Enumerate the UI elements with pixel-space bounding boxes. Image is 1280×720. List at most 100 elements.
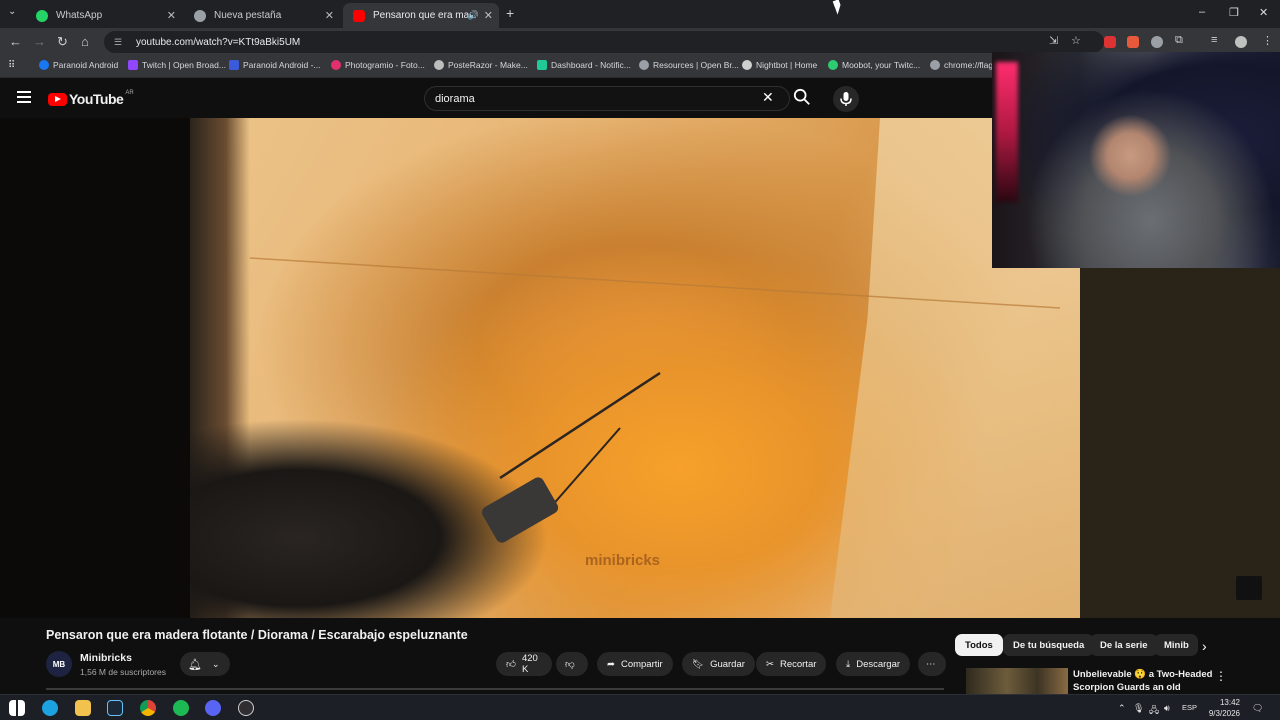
bookmark-label: Paranoid Android xyxy=(53,60,119,70)
close-icon[interactable]: ✕ xyxy=(325,9,334,22)
bookmark-item[interactable]: Twitch | Open Broad... xyxy=(128,60,226,70)
home-button[interactable]: ⌂ xyxy=(81,34,89,49)
chip-all[interactable]: Todos xyxy=(955,634,1003,656)
bookmark-item[interactable]: Moobot, your Twitc... xyxy=(828,60,920,70)
video-watermark: minibricks xyxy=(585,552,661,569)
youtube-logo[interactable]: YouTube AR xyxy=(48,90,134,107)
voice-search-button[interactable] xyxy=(833,86,859,112)
volume-icon[interactable]: 🔊︎ xyxy=(1164,703,1170,714)
search-input[interactable]: diorama xyxy=(424,86,790,111)
youtube-icon xyxy=(353,9,365,22)
share-label: Compartir xyxy=(620,658,663,670)
reload-button[interactable]: ↻ xyxy=(57,34,68,50)
twitch-icon xyxy=(128,60,138,70)
file-explorer-icon[interactable] xyxy=(75,700,91,716)
bookmark-item[interactable]: Photogramio - Foto... xyxy=(331,60,425,70)
download-button[interactable]: ⤓ Descargar xyxy=(836,652,911,676)
chip-from-search[interactable]: De tu búsqueda xyxy=(1003,634,1095,656)
address-bar[interactable]: ☰ youtube.com/watch?v=KTt9aBki5UM xyxy=(104,31,1104,53)
like-button[interactable]: 👍︎ 420 K xyxy=(496,652,552,676)
chevron-right-icon[interactable]: › xyxy=(1202,638,1207,654)
bookmark-item[interactable]: Paranoid Android xyxy=(39,60,118,70)
media-controls-icon[interactable]: ≡ xyxy=(1211,34,1217,46)
thumbs-down-icon: 👎︎ xyxy=(565,659,575,670)
site-settings-icon[interactable]: ☰ xyxy=(114,37,126,47)
url-text: youtube.com/watch?v=KTt9aBki5UM xyxy=(136,36,301,48)
channel-avatar[interactable]: MB xyxy=(46,651,72,677)
search-icon[interactable] xyxy=(793,88,811,106)
obs-icon[interactable] xyxy=(238,700,254,716)
globe-icon xyxy=(434,60,444,70)
close-icon[interactable]: ✕ xyxy=(167,9,176,22)
windows-taskbar: ⌃ 🎙︎ 🖧 🔊︎ ESP 13:42 9/3/2026 🗨︎ xyxy=(0,694,1280,720)
system-clock[interactable]: 13:42 9/3/2026 xyxy=(1200,697,1240,719)
close-icon[interactable]: ✕ xyxy=(484,9,493,22)
extension-icon[interactable] xyxy=(1151,36,1163,48)
like-count: 420 K xyxy=(521,653,538,675)
tab-whatsapp[interactable]: WhatsApp ✕ xyxy=(26,3,182,28)
network-icon[interactable]: 🖧 xyxy=(1149,703,1159,719)
scissors-icon: ✂ xyxy=(766,658,774,670)
share-button[interactable]: ➦ Compartir xyxy=(597,652,673,676)
profile-avatar[interactable] xyxy=(1235,36,1247,48)
download-label: Descargar xyxy=(856,658,901,670)
spotify-icon[interactable] xyxy=(173,700,189,716)
apps-grid-icon[interactable]: ⠿ xyxy=(8,60,15,71)
tab-search-icon[interactable]: ⌄ xyxy=(8,6,16,17)
recommendation-thumbnail[interactable] xyxy=(966,668,1068,694)
chip-channel[interactable]: Minib xyxy=(1154,634,1198,656)
chrome-icon[interactable] xyxy=(140,700,156,716)
clip-button[interactable]: ✂ Recortar xyxy=(756,652,827,676)
install-icon[interactable]: ⇲ xyxy=(1049,34,1058,47)
bookmark-item[interactable]: Nightbot | Home xyxy=(742,60,817,70)
hamburger-menu-icon[interactable] xyxy=(17,91,31,103)
channel-name[interactable]: Minibricks xyxy=(80,652,132,664)
forward-button[interactable]: → xyxy=(33,34,46,49)
notifications-button[interactable]: 🔔︎ ⌄ xyxy=(180,652,230,676)
more-actions-button[interactable]: ⋯ xyxy=(918,652,946,676)
microphone-icon[interactable]: 🎙︎ xyxy=(1133,703,1144,714)
discord-icon[interactable] xyxy=(205,700,221,716)
bookmark-item[interactable]: Dashboard - Notific... xyxy=(537,60,631,70)
youtube-wordmark: YouTube xyxy=(69,91,124,107)
player-letterbox-left xyxy=(0,118,190,618)
photogramio-icon xyxy=(331,60,341,70)
extension-icon[interactable] xyxy=(1127,36,1139,48)
input-language[interactable]: ESP xyxy=(1182,703,1197,712)
video-frame-detail xyxy=(249,257,1061,543)
windows-start-icon[interactable] xyxy=(9,700,25,716)
close-window-button[interactable]: ✕ xyxy=(1259,6,1268,19)
clear-search-icon[interactable]: ✕ xyxy=(762,89,774,106)
steam-icon[interactable] xyxy=(107,700,123,716)
bookmark-item[interactable]: Resources | Open Br... xyxy=(639,60,739,70)
tab-new-tab[interactable]: Nueva pestaña ✕ xyxy=(184,3,340,28)
channel-watermark-button[interactable] xyxy=(1236,576,1262,600)
bookmark-label: Nightbot | Home xyxy=(756,60,818,70)
new-tab-button[interactable]: + xyxy=(506,5,514,21)
speaker-icon[interactable]: 🔊 xyxy=(468,10,479,21)
tab-label: Pensaron que era madera f xyxy=(373,10,473,21)
notifications-icon[interactable]: 🗨︎ xyxy=(1252,703,1263,714)
chevron-up-icon[interactable]: ⌃ xyxy=(1118,703,1126,714)
extension-icon[interactable] xyxy=(1104,36,1116,48)
chip-from-series[interactable]: De la serie xyxy=(1090,634,1158,656)
menu-kebab-icon[interactable]: ⋮ xyxy=(1262,34,1273,47)
restore-button[interactable]: ❐ xyxy=(1229,6,1239,19)
bookmark-label: Photogramio - Foto... xyxy=(345,60,425,70)
microphone-icon xyxy=(840,92,852,106)
clip-label: Recortar xyxy=(779,658,817,670)
tab-youtube-video[interactable]: Pensaron que era madera f 🔊 ✕ xyxy=(343,3,499,28)
bookmark-item[interactable]: chrome://flag xyxy=(930,60,993,70)
back-button[interactable]: ← xyxy=(9,34,22,49)
edge-icon[interactable] xyxy=(42,700,58,716)
minimize-button[interactable]: – xyxy=(1199,6,1205,18)
browser-tab-strip: ⌄ WhatsApp ✕ Nueva pestaña ✕ Pensaron qu… xyxy=(0,0,1280,28)
video-player[interactable]: minibricks xyxy=(190,118,1080,618)
dislike-button[interactable]: 👎︎ xyxy=(556,652,588,676)
bookmark-star-icon[interactable]: ☆ xyxy=(1071,34,1081,47)
save-button[interactable]: 🔖︎ Guardar xyxy=(682,652,755,676)
extensions-puzzle-icon[interactable]: ⧉ xyxy=(1175,34,1183,47)
bookmark-item[interactable]: Paranoid Android -... xyxy=(229,60,321,70)
more-vertical-icon[interactable]: ⋮ xyxy=(1215,669,1227,683)
bookmark-item[interactable]: PosteRazor - Make... xyxy=(434,60,528,70)
